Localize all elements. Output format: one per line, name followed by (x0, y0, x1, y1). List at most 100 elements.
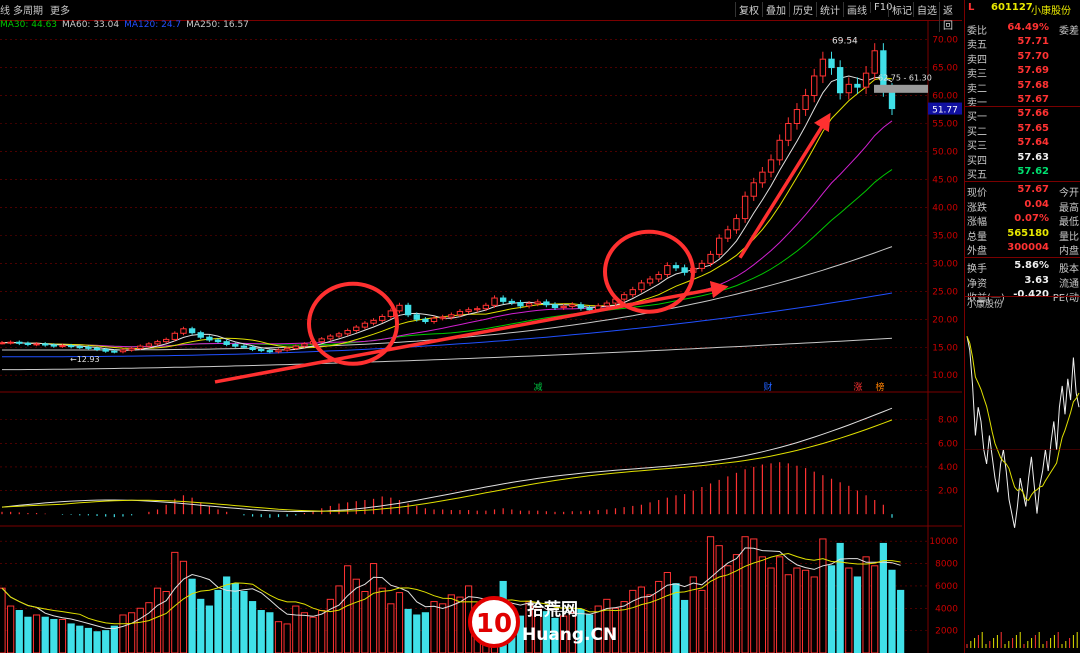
candle-down (551, 304, 559, 309)
quote-row-label: 买三 (967, 141, 987, 153)
ma250-line (2, 337, 893, 371)
candle-up (387, 310, 395, 317)
quote-row-extra: 内盘 (1059, 246, 1079, 257)
volume-bar (421, 612, 430, 653)
candle-down (266, 350, 274, 353)
volume-bar (58, 618, 67, 653)
quote-row: 卖四 57.70 (967, 51, 1079, 66)
quote-header: L 601127 小康股份 (965, 2, 1080, 18)
quote-row-value: 57.64 (1017, 137, 1049, 149)
volume-bar (231, 583, 239, 653)
main-ytick-label: 45.00 (932, 175, 958, 185)
volume-bar (50, 618, 58, 653)
volume-bar (240, 591, 248, 653)
volume-bar (300, 612, 309, 653)
quote-row-value: 57.66 (1017, 108, 1049, 120)
candle-up (456, 310, 464, 316)
candle-down (422, 318, 429, 323)
quote-row-label: 换手 (967, 264, 987, 276)
candle-up (802, 95, 809, 111)
quote-row-extra: 最低 (1059, 217, 1079, 229)
volume-bar (447, 594, 455, 653)
candle-down (85, 346, 92, 349)
volume-ytick-label: 2000 (935, 627, 958, 637)
candle-up (871, 50, 878, 74)
volume-bar (758, 556, 766, 653)
ma-legend: MA30: 44.63 MA60: 33.04 MA120: 24.7 MA250: … (0, 20, 254, 34)
volume-bar (93, 631, 101, 653)
quote-row-value: 57.65 (1017, 122, 1049, 134)
event-marker: 减 (533, 381, 542, 393)
candle-up (379, 315, 386, 321)
volume-bar (266, 612, 274, 653)
watermark-cn-text: 拾荒网 (527, 599, 578, 620)
ma10-line (1, 77, 893, 349)
candle-up (733, 218, 740, 231)
quote-row-value: 300004 (1007, 242, 1049, 253)
button-restore-rights[interactable]: 复权 (735, 2, 762, 17)
watermark-en-text: Huang.CN (522, 625, 617, 645)
volume-ytick-label: 10000 (929, 537, 958, 547)
candle-up (59, 345, 66, 348)
volume-bar (171, 551, 179, 653)
candle-up (154, 341, 161, 345)
candle-up (560, 305, 567, 309)
quote-row: 卖五 57.71 (967, 36, 1079, 51)
button-statistics[interactable]: 统计 (816, 2, 843, 17)
candle-up (819, 58, 827, 77)
stock-name: 小康股份 (1031, 6, 1071, 17)
macd-ytick-label: 2.00 (938, 487, 958, 497)
candle-up (525, 303, 533, 307)
candle-up (845, 83, 852, 94)
candle-up (767, 159, 775, 173)
toolbar-item-multi-period[interactable]: 多周期 (13, 2, 43, 17)
button-history[interactable]: 历史 (789, 2, 816, 17)
quote-row-extra: 委差 (1059, 26, 1079, 37)
button-watchlist[interactable]: 自选 (913, 2, 940, 17)
toolbar-item-more[interactable]: 更多 (50, 2, 70, 17)
quote-row-value: 0.07% (1014, 213, 1049, 225)
quote-row-value: 57.67 (1017, 94, 1049, 105)
candle-up (7, 341, 14, 344)
candle-up (716, 237, 723, 255)
button-back[interactable]: 返回 (939, 2, 962, 32)
quote-row: 买五 57.62 (967, 166, 1079, 181)
candle-down (232, 343, 239, 347)
candle-down (42, 343, 49, 346)
quote-separator (965, 106, 1080, 108)
candle-up (465, 309, 472, 312)
quote-row-label: 外盘 (967, 246, 987, 257)
quote-row-label: 委比 (967, 26, 987, 37)
volume-bar (413, 614, 421, 653)
event-marker: 涨 (853, 382, 862, 393)
button-overlay[interactable]: 叠加 (762, 2, 789, 17)
button-draw-line[interactable]: 画线 (843, 2, 870, 17)
volume-bar (67, 623, 75, 653)
volume-bar (378, 587, 386, 653)
candle-down (223, 341, 230, 345)
candle-down (214, 339, 222, 343)
quote-row-value: 565180 (1007, 227, 1049, 239)
quote-row-label: 卖四 (967, 54, 987, 66)
candle-up (655, 274, 662, 280)
quote-row-label: 买四 (967, 155, 987, 167)
ma120-label: MA120: 24.7 (124, 20, 182, 30)
quote-row: 外盘 300004 内盘 (967, 242, 1079, 257)
volume-bar (326, 598, 334, 653)
candle-up (785, 123, 792, 141)
candle-up (491, 297, 498, 306)
volume-bar (698, 589, 706, 653)
volume-bar (845, 567, 853, 653)
quote-row-value: 57.63 (1017, 151, 1049, 163)
candle-up (283, 347, 291, 351)
macd-ytick-label: 8.00 (938, 416, 958, 426)
quote-row: 现价 57.67 今开 (967, 184, 1079, 199)
quote-row-label: 净资 (967, 278, 987, 290)
volume-bar (179, 560, 188, 653)
current-price-label: 51.77 (932, 106, 958, 116)
button-mark[interactable]: 标记 (888, 2, 915, 17)
macd-dif-line (1, 407, 893, 512)
candle-up (862, 72, 870, 88)
toolbar-item-line[interactable]: 线 (0, 2, 10, 17)
volume-bar (274, 621, 283, 653)
